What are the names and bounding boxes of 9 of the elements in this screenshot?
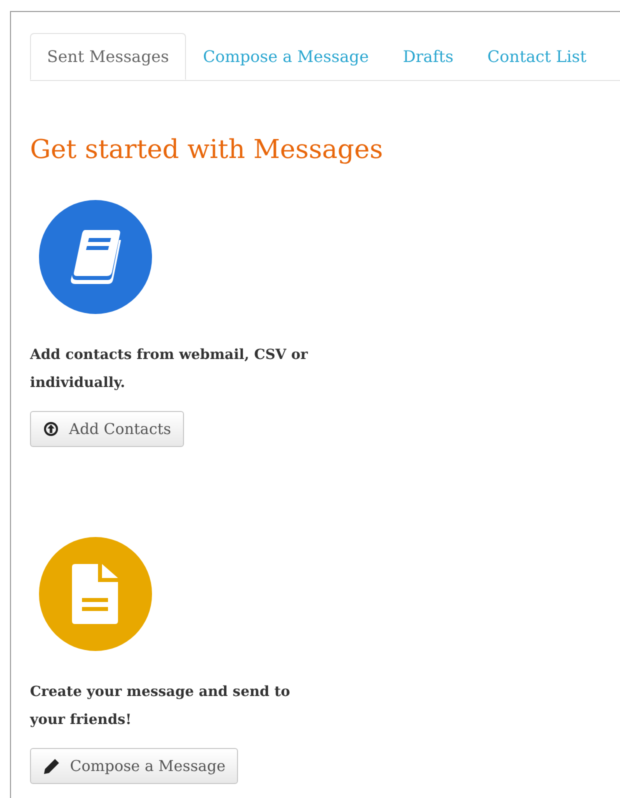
feature-description: Create your message and send to your friends! [30,683,292,730]
page-heading: Get started with Messages [30,134,384,167]
upload-icon [43,421,59,437]
tab[interactable]: Sent Messages [30,33,186,80]
action-button[interactable]: Compose a Message [30,748,238,784]
document-icon [72,564,120,624]
action-button[interactable]: Add Contacts [30,411,184,447]
feature-description: Add contacts from webmail, CSV or individually. [30,346,309,393]
pencil-icon [43,758,60,774]
